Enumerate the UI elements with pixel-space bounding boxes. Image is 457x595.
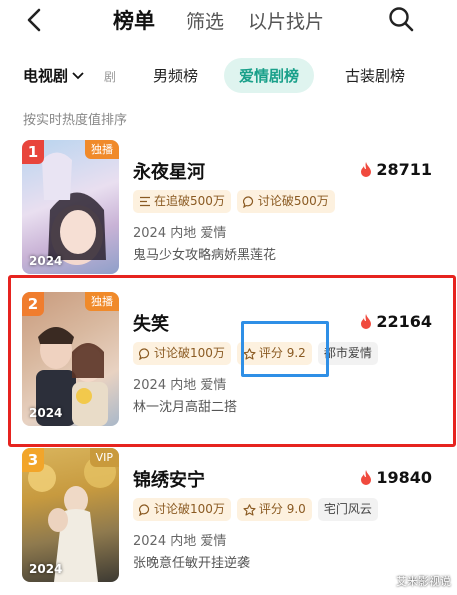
item-description: 张晚意任敏开挂逆袭 bbox=[133, 556, 251, 571]
sort-hint: 按实时热度值排序 bbox=[23, 113, 128, 128]
comment-icon bbox=[139, 503, 150, 516]
category-romance[interactable]: 爱情剧榜 bbox=[224, 58, 315, 93]
list-item[interactable]: 1 独播 2024 永夜星河 28711 在追破500万 讨论破500万 202… bbox=[22, 140, 432, 275]
item-description: 鬼马少女攻略病娇黑莲花 bbox=[133, 248, 277, 263]
poster-image[interactable]: 3 VIP 2024 bbox=[22, 448, 119, 582]
item-title[interactable]: 永夜星河 bbox=[133, 158, 205, 184]
rank-badge: 1 bbox=[22, 140, 44, 164]
vip-badge: VIP bbox=[89, 448, 119, 467]
tab-filter[interactable]: 筛选 bbox=[186, 7, 224, 34]
comment-icon bbox=[242, 195, 253, 208]
list-item[interactable]: 3 VIP 2024 锦绣安宁 19840 讨论破100万 评分 9.0 宅门风… bbox=[22, 448, 432, 583]
tv-type-dropdown[interactable]: 电视剧 bbox=[23, 65, 84, 86]
tag-chip: 在追破500万 bbox=[133, 190, 231, 213]
genre-text: 宅门风云 bbox=[323, 502, 372, 516]
category-row: 电视剧 剧 男频榜 爱情剧榜 古装剧榜 bbox=[0, 58, 457, 94]
item-meta: 2024 内地 爱情 bbox=[133, 534, 227, 549]
exclusive-badge: 独播 bbox=[85, 140, 119, 159]
chevron-down-icon bbox=[72, 71, 84, 79]
tab-find-by-show[interactable]: 以片找片 bbox=[248, 7, 324, 34]
tag-row: 在追破500万 讨论破500万 bbox=[133, 190, 335, 213]
tag-chip: 讨论破100万 bbox=[133, 498, 231, 521]
heat-value: 19840 bbox=[360, 468, 432, 487]
tag-text: 讨论破500万 bbox=[257, 194, 329, 208]
clipped-category[interactable]: 剧 bbox=[104, 68, 116, 85]
watermark: 艾米影视说 bbox=[396, 575, 451, 588]
star-icon bbox=[243, 503, 256, 516]
fire-icon bbox=[361, 470, 372, 485]
tab-ranking[interactable]: 榜单 bbox=[113, 5, 155, 35]
fire-icon bbox=[361, 162, 372, 177]
tag-row: 讨论破100万 评分 9.0 宅门风云 bbox=[133, 498, 378, 521]
poster-image[interactable]: 1 独播 2024 bbox=[22, 140, 119, 274]
category-male[interactable]: 男频榜 bbox=[153, 65, 198, 86]
search-icon[interactable] bbox=[386, 4, 416, 34]
highlight-box-blue bbox=[241, 321, 329, 377]
heat-number: 28711 bbox=[376, 160, 432, 179]
back-icon[interactable] bbox=[22, 6, 50, 34]
item-title[interactable]: 锦绣安宁 bbox=[133, 466, 205, 492]
tag-text: 讨论破100万 bbox=[154, 502, 225, 516]
poster-year: 2024 bbox=[29, 254, 63, 268]
item-meta: 2024 内地 爱情 bbox=[133, 226, 227, 241]
tag-chip: 讨论破500万 bbox=[236, 190, 335, 213]
heat-number: 19840 bbox=[376, 468, 432, 487]
rating-text: 评分 9.0 bbox=[258, 502, 306, 516]
list-icon bbox=[140, 196, 150, 207]
category-costume[interactable]: 古装剧榜 bbox=[345, 65, 405, 86]
dropdown-label: 电视剧 bbox=[23, 67, 69, 85]
rank-badge: 3 bbox=[22, 448, 44, 472]
highlight-box-red bbox=[8, 275, 456, 447]
rating-chip: 评分 9.0 bbox=[236, 498, 312, 521]
tag-text: 在追破500万 bbox=[154, 194, 225, 208]
top-bar: 榜单 筛选 以片找片 bbox=[0, 0, 457, 40]
heat-value: 28711 bbox=[360, 160, 432, 179]
genre-chip: 宅门风云 bbox=[317, 498, 378, 521]
poster-year: 2024 bbox=[29, 562, 63, 576]
